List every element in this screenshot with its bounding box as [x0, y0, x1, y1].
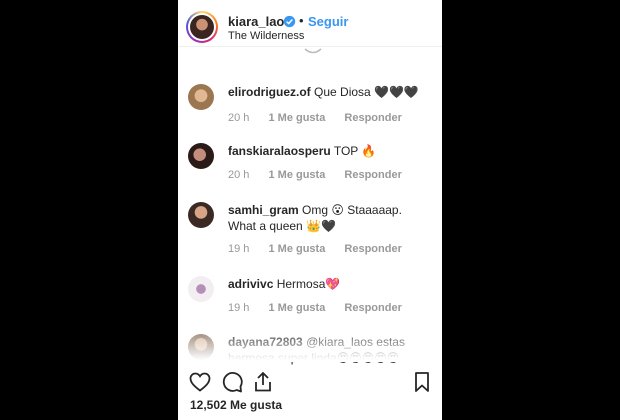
comment-username[interactable]: elirodriguez.of [228, 85, 311, 99]
comment-meta: 19 h 1 Me gusta Responder [228, 243, 418, 255]
comment-meta: 19 h 1 Me gusta Responder [228, 302, 418, 314]
comment-meta: 20 h 1 Me gusta Responder [228, 112, 418, 124]
likes-count[interactable]: 12,502 Me gusta [190, 398, 282, 412]
verified-icon [283, 15, 296, 28]
reply-button[interactable]: Responder [344, 112, 401, 124]
share-icon[interactable] [251, 370, 275, 394]
reply-button[interactable]: Responder [344, 169, 401, 181]
follow-button[interactable]: Seguir [308, 14, 348, 29]
separator-dot: • [299, 13, 304, 28]
author-avatar[interactable] [186, 11, 218, 43]
comment-username[interactable]: samhi_gram [228, 203, 299, 217]
comment-likes[interactable]: 1 Me gusta [268, 112, 325, 124]
comment-text: adrivivc Hermosa💖 [228, 276, 428, 292]
post-location[interactable]: The Wilderness [228, 30, 304, 42]
comment-icon[interactable] [220, 370, 244, 394]
comment-username[interactable]: adrivivc [228, 277, 273, 291]
post-actions [178, 362, 442, 398]
comment-body: Hermosa💖 [276, 277, 341, 291]
comment-likes[interactable]: 1 Me gusta [268, 302, 325, 314]
commenter-avatar[interactable] [188, 276, 214, 302]
comment-text: elirodriguez.of Que Diosa 🖤🖤🖤 [228, 84, 428, 100]
post-header: kiara_laos • Seguir The Wilderness [178, 0, 442, 47]
commenter-avatar[interactable] [188, 202, 214, 228]
comment-time[interactable]: 20 h [228, 169, 249, 181]
comment-time[interactable]: 19 h [228, 243, 249, 255]
reply-button[interactable]: Responder [344, 302, 401, 314]
comment-time[interactable]: 19 h [228, 302, 249, 314]
comment-body: Que Diosa 🖤🖤🖤 [314, 85, 419, 99]
comment-text: fanskiaralaosperu TOP 🔥 [228, 143, 428, 159]
commenter-avatar[interactable] [188, 334, 214, 360]
loading-spinner-icon [304, 48, 322, 54]
commenter-avatar[interactable] [188, 84, 214, 110]
comment-body: TOP 🔥 [333, 144, 377, 158]
heart-icon[interactable] [188, 370, 212, 394]
comment-meta: 20 h 1 Me gusta Responder [228, 169, 418, 181]
bookmark-icon[interactable] [410, 370, 434, 394]
comment-username[interactable]: fanskiaralaosperu [228, 144, 331, 158]
comment-text: samhi_gram Omg 😮 Staaaaap. What a queen … [228, 202, 428, 234]
reply-button[interactable]: Responder [344, 243, 401, 255]
comment-likes[interactable]: 1 Me gusta [268, 243, 325, 255]
comment-time[interactable]: 20 h [228, 112, 249, 124]
commenter-avatar[interactable] [188, 143, 214, 169]
post-panel: kiara_laos • Seguir The Wilderness eliro… [178, 0, 442, 420]
comment-username[interactable]: dayana72803 [228, 335, 303, 349]
comment-likes[interactable]: 1 Me gusta [268, 169, 325, 181]
